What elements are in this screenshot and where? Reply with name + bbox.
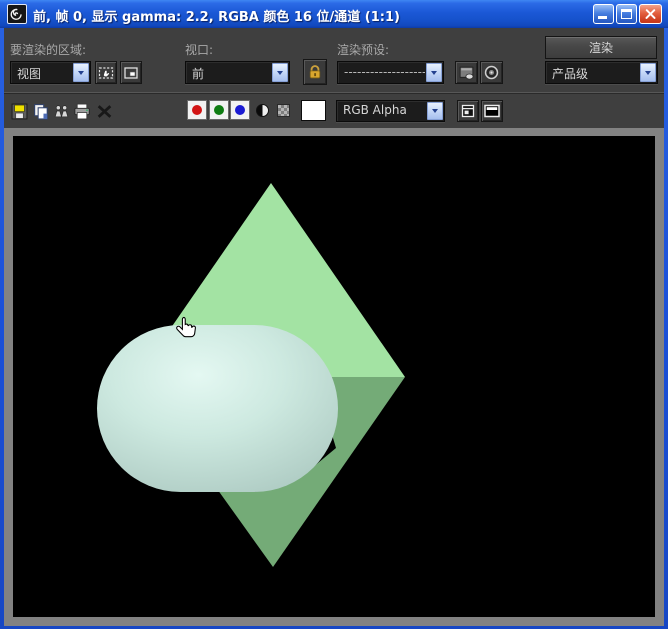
dropdown-arrow-icon[interactable] (640, 63, 656, 82)
minimize-button[interactable] (593, 4, 614, 24)
area-to-render-dropdown[interactable]: 视图 (10, 61, 91, 84)
maximize-button[interactable] (616, 4, 637, 24)
monochrome-button[interactable] (256, 104, 269, 117)
image-toolbar: RGB Alpha (4, 92, 664, 128)
blue-channel-button[interactable] (230, 100, 250, 120)
environment-icon (483, 64, 500, 81)
alpha-channel-button[interactable] (277, 104, 290, 117)
render-frame-window: 前, 帧 0, 显示 gamma: 2.2, RGBA 颜色 16 位/通道 (… (0, 0, 668, 629)
render-preset-dropdown[interactable]: ------------------- (337, 61, 444, 84)
viewport-label: 视口: (185, 41, 213, 58)
edit-region-icon (98, 65, 114, 81)
printer-icon (73, 103, 91, 120)
rendered-image-area[interactable] (13, 136, 655, 617)
dropdown-arrow-icon[interactable] (427, 102, 443, 120)
clone-window-button[interactable] (51, 101, 71, 121)
area-to-render-value: 视图 (17, 65, 41, 82)
window-title: 前, 帧 0, 显示 gamma: 2.2, RGBA 颜色 16 位/通道 (… (33, 6, 400, 25)
hand-cursor (173, 316, 197, 346)
clear-button[interactable] (94, 101, 114, 121)
dropdown-arrow-icon[interactable] (272, 63, 288, 82)
x-icon (96, 103, 113, 120)
maximize-icon (621, 9, 632, 19)
print-image-button[interactable] (71, 101, 92, 121)
render-setup-button[interactable] (455, 61, 478, 84)
dropdown-arrow-icon[interactable] (73, 63, 89, 82)
viewport-lock-button[interactable] (303, 59, 327, 85)
red-channel-button[interactable] (187, 100, 207, 120)
viewport-value: 前 (192, 65, 204, 82)
screen-panel-icon (483, 103, 501, 119)
edit-region-button[interactable] (95, 61, 117, 84)
toggle-menus-button[interactable] (457, 100, 479, 122)
capsule-object (97, 325, 338, 492)
canvas-frame (4, 128, 664, 626)
channel-display-dropdown[interactable]: RGB Alpha (336, 100, 445, 122)
auto-region-icon (123, 65, 139, 81)
render-button[interactable]: 渲染 (545, 36, 657, 59)
titlebar[interactable]: 前, 帧 0, 显示 gamma: 2.2, RGBA 颜色 16 位/通道 (… (0, 0, 668, 28)
auto-region-button[interactable] (120, 61, 142, 84)
copy-image-button[interactable] (30, 101, 50, 121)
close-button[interactable] (639, 4, 662, 24)
render-mode-value: 产品级 (552, 65, 588, 82)
render-setup-icon (458, 64, 475, 81)
red-channel-icon (192, 105, 202, 115)
toggle-ui-button[interactable] (481, 100, 503, 122)
floppy-icon (11, 103, 28, 120)
minimize-icon (598, 16, 607, 19)
environment-effects-button[interactable] (480, 61, 503, 84)
spiral-icon (10, 7, 24, 21)
blue-channel-icon (235, 105, 245, 115)
window-icon (7, 4, 27, 24)
dropdown-arrow-icon[interactable] (426, 63, 442, 82)
rendered-image (13, 136, 655, 617)
layout-panel-icon (460, 103, 476, 119)
hand-cursor-icon (173, 316, 197, 342)
channel-display-value: RGB Alpha (343, 103, 407, 117)
render-mode-dropdown[interactable]: 产品级 (545, 61, 658, 84)
render-preset-value: ------------------- (344, 65, 425, 79)
render-preset-label: 渲染预设: (337, 41, 389, 58)
client-area: 要渲染的区域: 视图 视口: 前 (4, 28, 664, 626)
area-to-render-label: 要渲染的区域: (10, 41, 86, 58)
clone-people-icon (53, 103, 70, 120)
lock-icon (307, 64, 323, 80)
background-color-swatch[interactable] (301, 100, 326, 121)
save-image-button[interactable] (9, 101, 29, 121)
green-channel-icon (214, 105, 224, 115)
copy-icon (32, 103, 49, 120)
viewport-dropdown[interactable]: 前 (185, 61, 290, 84)
green-channel-button[interactable] (209, 100, 229, 120)
